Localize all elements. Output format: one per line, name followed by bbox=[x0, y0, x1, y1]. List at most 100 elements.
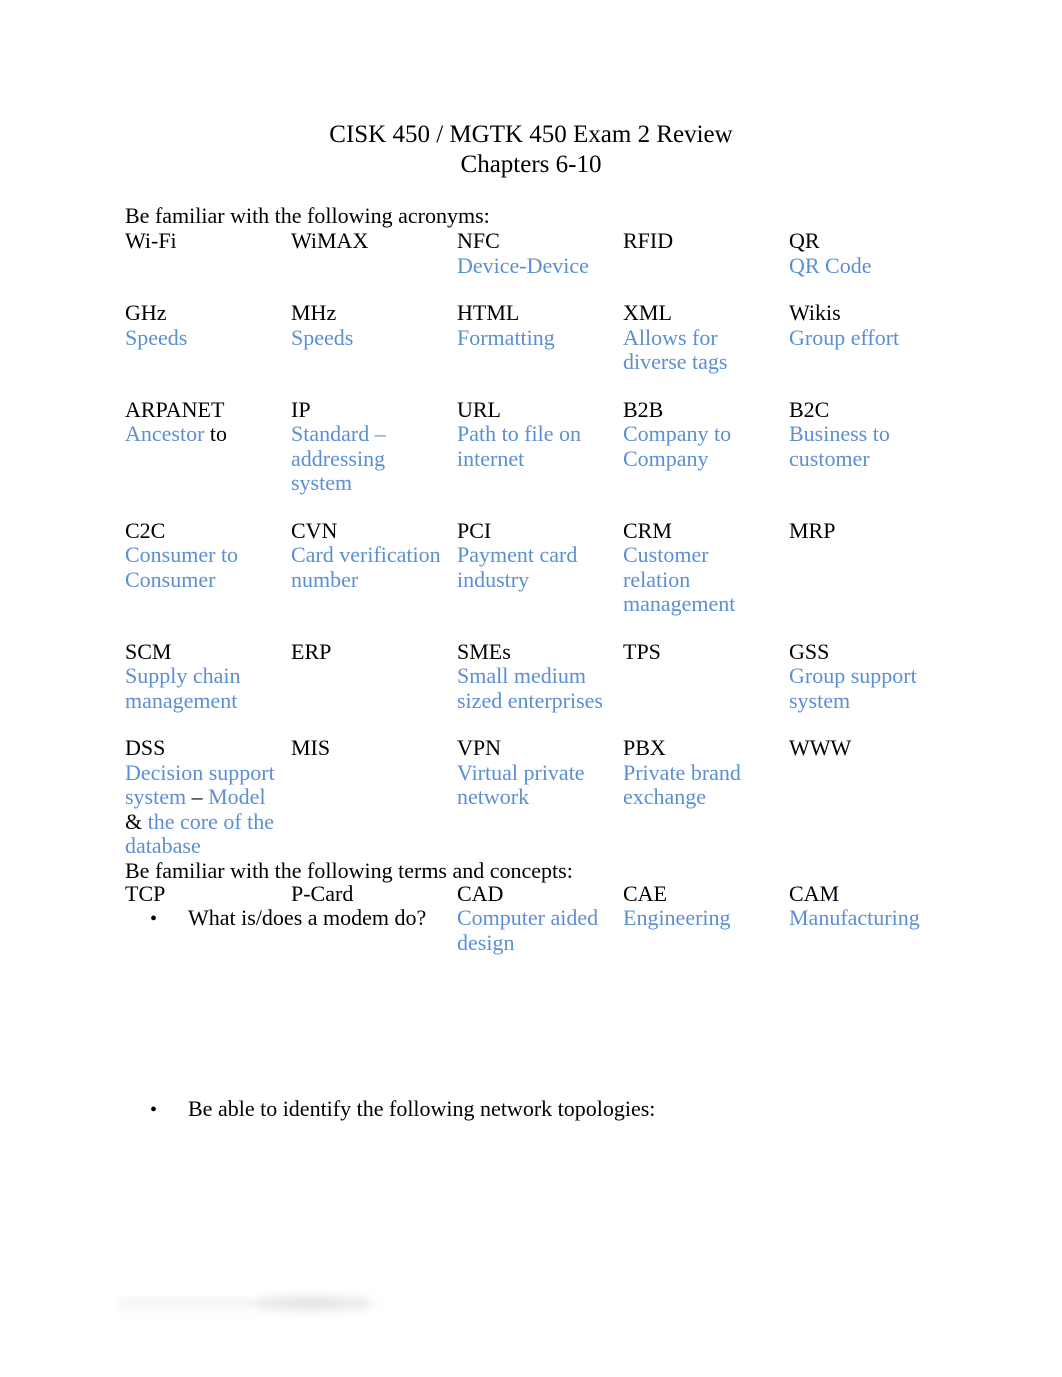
acronym-cell: URL Path to file on internet bbox=[457, 396, 623, 519]
acronym-cell: SMEs Small medium sized enterprises bbox=[457, 639, 623, 737]
acronym-definition: Path to file on internet bbox=[457, 421, 582, 471]
acronym-definition-part: Ancestor bbox=[125, 421, 210, 446]
acronym-definition: Payment card industry bbox=[457, 542, 578, 592]
acronym-definition: Customer relation management bbox=[623, 542, 736, 616]
acronym-term: ERP bbox=[291, 638, 332, 664]
acronym-term: CAM bbox=[789, 880, 840, 906]
acronym-definition: Group support system bbox=[789, 663, 917, 713]
acronym-cell: HTML Formatting bbox=[457, 300, 623, 398]
title-line-1: CISK 450 / MGTK 450 Exam 2 Review bbox=[329, 121, 733, 148]
acronym-term: WWW bbox=[789, 735, 852, 760]
acronym-term: GSS bbox=[789, 638, 830, 664]
acronym-term: URL bbox=[457, 396, 501, 422]
acronym-term: B2C bbox=[789, 396, 830, 422]
acronym-term: Wi-Fi bbox=[125, 228, 177, 253]
acronym-term: TPS bbox=[623, 638, 661, 664]
acronym-definition: Formatting bbox=[457, 324, 555, 350]
acronym-definition: Standard – addressing system bbox=[291, 421, 386, 495]
acronym-definition-part: & bbox=[125, 808, 143, 834]
acronym-definition: Supply chain management bbox=[125, 663, 241, 713]
document-page: CISK 450 / MGTK 450 Exam 2 Review Chapte… bbox=[0, 0, 1062, 1377]
acronym-cell: MHz Speeds bbox=[291, 300, 457, 398]
acronym-term: MHz bbox=[291, 300, 337, 325]
acronym-cell: TPS bbox=[623, 638, 789, 737]
acronym-definition: Engineering bbox=[623, 905, 731, 930]
acronym-term: NFC bbox=[457, 228, 500, 253]
acronym-cell: Wi-Fi bbox=[125, 228, 291, 301]
acronym-term: CRM bbox=[623, 517, 672, 543]
acronym-term: XML bbox=[623, 300, 672, 325]
acronym-term: DSS bbox=[125, 735, 166, 760]
acronym-cell: CAE Engineering bbox=[623, 880, 789, 956]
acronym-term: PCI bbox=[457, 517, 492, 543]
acronym-term: TCP bbox=[125, 880, 166, 906]
acronym-definition: Private brand exchange bbox=[623, 759, 741, 809]
acronym-definition: QR Code bbox=[789, 252, 872, 278]
acronym-term: CAE bbox=[623, 880, 667, 906]
acronyms-heading: Be familiar with the following acronyms: bbox=[125, 203, 490, 228]
acronym-cell: C2C Consumer to Consumer bbox=[125, 518, 291, 640]
acronym-cell: PBX Private brand exchange bbox=[623, 735, 789, 882]
acronym-cell: MRP bbox=[789, 517, 925, 640]
acronym-cell: B2B Company to Company bbox=[623, 396, 789, 519]
acronym-definition: Speeds bbox=[291, 324, 354, 350]
acronym-definition: Computer aided design bbox=[457, 905, 599, 955]
acronym-cell: WiMAX bbox=[291, 228, 457, 301]
acronym-cell: B2C Business to customer bbox=[789, 396, 925, 519]
acronym-definition: Speeds bbox=[125, 324, 188, 350]
acronym-definition: Group effort bbox=[789, 324, 900, 350]
acronym-term: IP bbox=[291, 396, 311, 422]
acronyms-table-body: Wi-Fi WiMAX NFC Device-Device RFID QR QR Code G… bbox=[125, 228, 925, 956]
acronym-cell: CRM Customer relation management bbox=[623, 517, 789, 640]
bullet-marker-icon: • bbox=[150, 908, 158, 930]
document-title: CISK 450 / MGTK 450 Exam 2 Review Chapte… bbox=[0, 120, 1062, 179]
acronym-term: CVN bbox=[291, 517, 338, 543]
acronym-term: MRP bbox=[789, 517, 836, 543]
acronyms-row: SCM Supply chain management ERP SMEs Small m… bbox=[125, 638, 925, 737]
acronym-definition: Allows for diverse tags bbox=[623, 324, 728, 374]
acronym-term: P-Card bbox=[291, 880, 354, 906]
acronyms-row: Wi-Fi WiMAX NFC Device-Device RFID QR QR Code bbox=[125, 228, 925, 301]
acronyms-row: ARPANET Ancestor to IP Standard – addressin… bbox=[125, 396, 925, 519]
bullet-item-modem: • What is/does a modem do? bbox=[150, 905, 426, 932]
acronym-cell: QR QR Code bbox=[789, 228, 925, 301]
acronym-term: QR bbox=[789, 228, 820, 253]
acronym-definition: Device-Device bbox=[457, 252, 589, 278]
acronym-term: SCM bbox=[125, 638, 172, 664]
bullet-text: What is/does a modem do? bbox=[188, 905, 427, 930]
acronym-definition: Business to customer bbox=[789, 421, 890, 471]
acronym-definition-part: Model bbox=[202, 784, 266, 809]
acronym-cell: CVN Card verification number bbox=[291, 517, 457, 640]
acronym-term: HTML bbox=[457, 300, 520, 325]
acronym-definition: Consumer to Consumer bbox=[125, 542, 239, 592]
acronym-definition: Company to Company bbox=[623, 421, 732, 471]
acronym-term: ARPANET bbox=[125, 396, 225, 422]
acronym-definition: Ancestor to bbox=[125, 421, 283, 447]
acronym-term: B2B bbox=[623, 396, 664, 422]
title-line-2: Chapters 6-10 bbox=[460, 150, 602, 178]
acronym-cell: IP Standard – addressing system bbox=[291, 396, 457, 519]
bullet-item-topologies: • Be able to identify the following netwo… bbox=[150, 1096, 655, 1123]
acronym-definition-part: the core of the database bbox=[125, 808, 275, 858]
acronym-cell: NFC Device-Device bbox=[457, 228, 623, 301]
acronyms-row: GHz Speeds MHz Speeds HTML Formatting XML Allow… bbox=[125, 300, 925, 398]
acronym-term: RFID bbox=[623, 228, 674, 253]
acronym-cell: CAD Computer aided design bbox=[457, 881, 623, 956]
acronym-cell: ERP bbox=[291, 638, 457, 737]
acronym-cell: PCI Payment card industry bbox=[457, 517, 623, 640]
acronym-definition: Manufacturing bbox=[789, 905, 920, 930]
acronym-definition: Card verification number bbox=[291, 542, 441, 592]
bullet-text: Be able to identify the following networ… bbox=[188, 1096, 656, 1121]
acronym-term: GHz bbox=[125, 300, 167, 325]
acronyms-row: C2C Consumer to Consumer CVN Card verificat… bbox=[125, 517, 925, 640]
acronym-cell: CAM Manufacturing bbox=[789, 880, 925, 956]
acronym-definition: Decision support system – Model & the co… bbox=[125, 760, 283, 859]
scan-smudge-artifact bbox=[118, 1296, 368, 1314]
acronym-cell: GSS Group support system bbox=[789, 638, 925, 737]
acronym-term: VPN bbox=[457, 735, 502, 760]
acronym-cell: WWW bbox=[789, 735, 925, 882]
acronym-cell: GHz Speeds bbox=[125, 300, 291, 398]
acronym-term: Wikis bbox=[789, 300, 841, 325]
acronyms-table: Wi-Fi WiMAX NFC Device-Device RFID QR QR Code G… bbox=[125, 228, 925, 956]
bullet-marker-icon: • bbox=[150, 1099, 158, 1121]
